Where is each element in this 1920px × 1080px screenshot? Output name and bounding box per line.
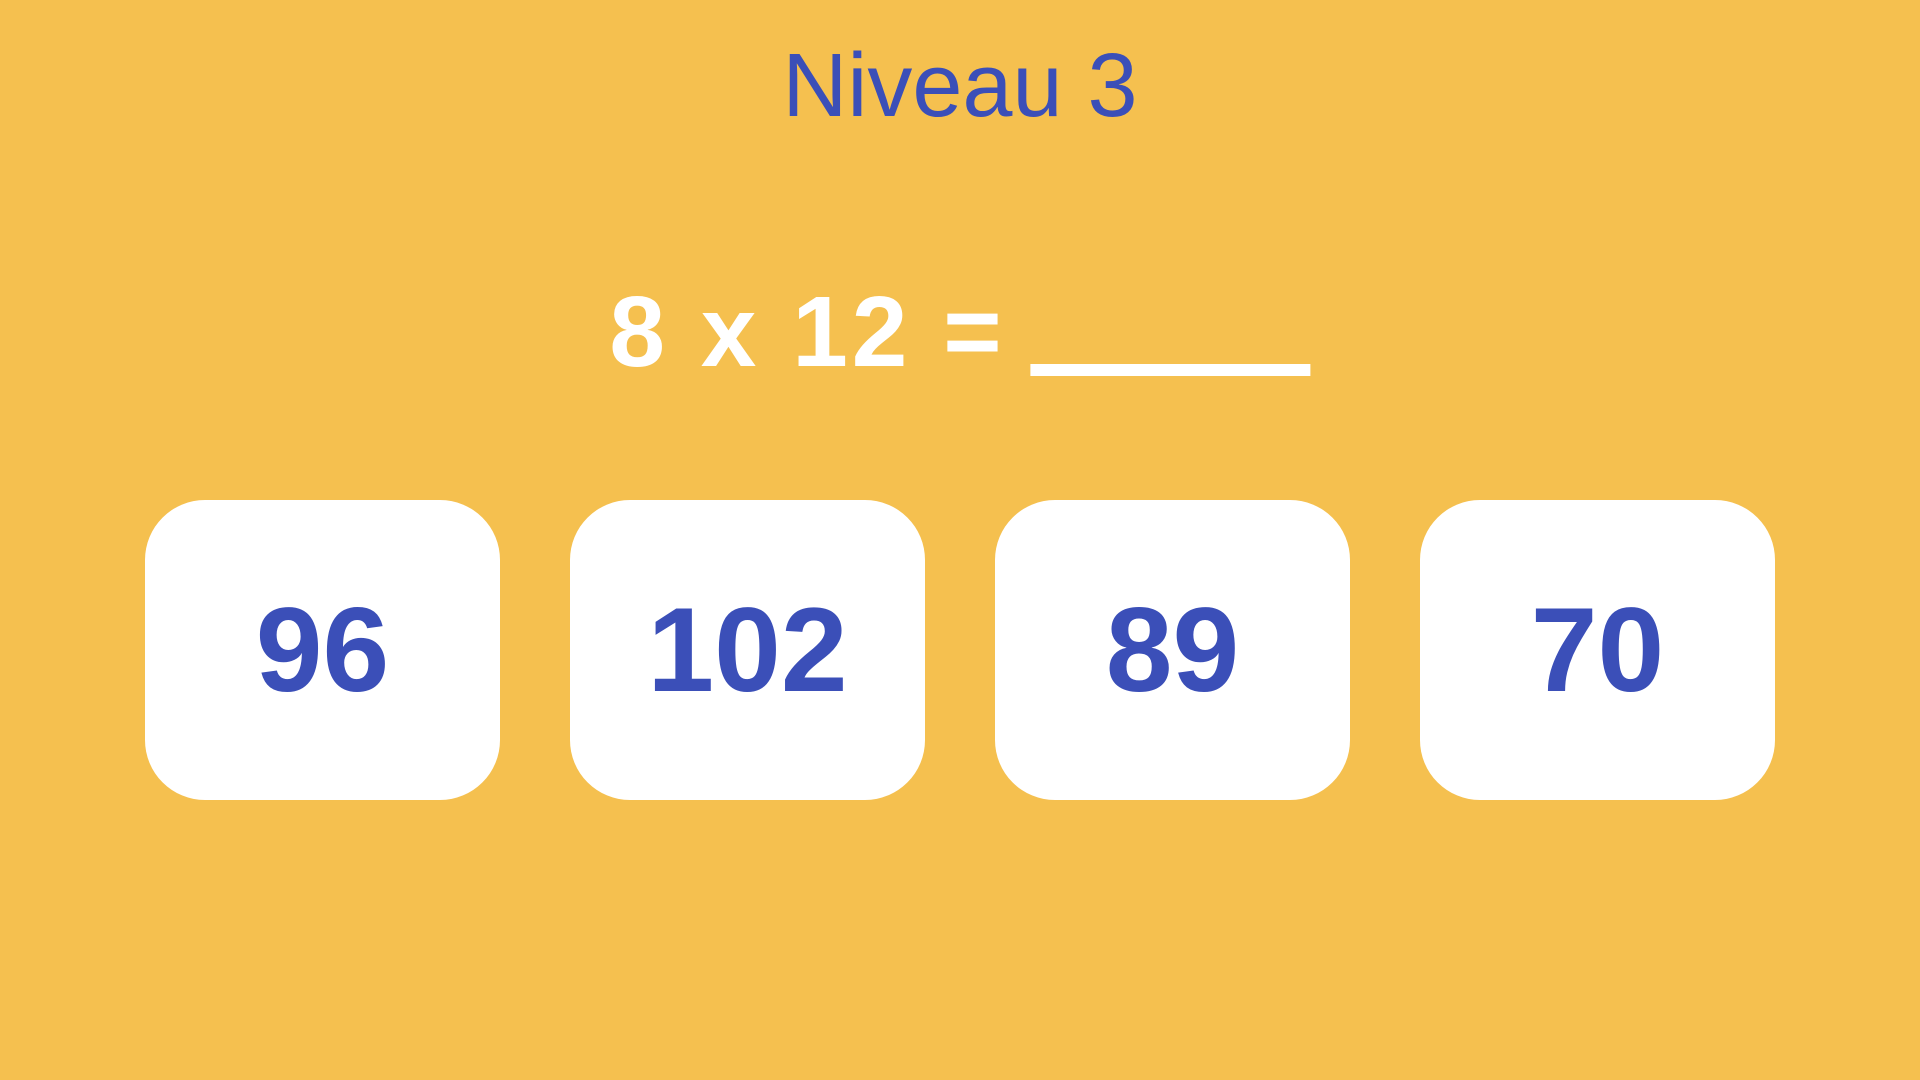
options-row: 96 102 89 70 <box>145 500 1775 800</box>
answer-option-4[interactable]: 70 <box>1420 500 1775 800</box>
level-title: Niveau 3 <box>782 35 1137 138</box>
answer-blank <box>1031 364 1311 376</box>
answer-option-2[interactable]: 102 <box>570 500 925 800</box>
option-value: 96 <box>256 581 389 719</box>
question-text: 8 x 12 = <box>609 275 1005 390</box>
option-value: 70 <box>1531 581 1664 719</box>
question-row: 8 x 12 = <box>609 275 1310 390</box>
answer-option-3[interactable]: 89 <box>995 500 1350 800</box>
option-value: 89 <box>1106 581 1239 719</box>
answer-option-1[interactable]: 96 <box>145 500 500 800</box>
option-value: 102 <box>647 581 847 719</box>
